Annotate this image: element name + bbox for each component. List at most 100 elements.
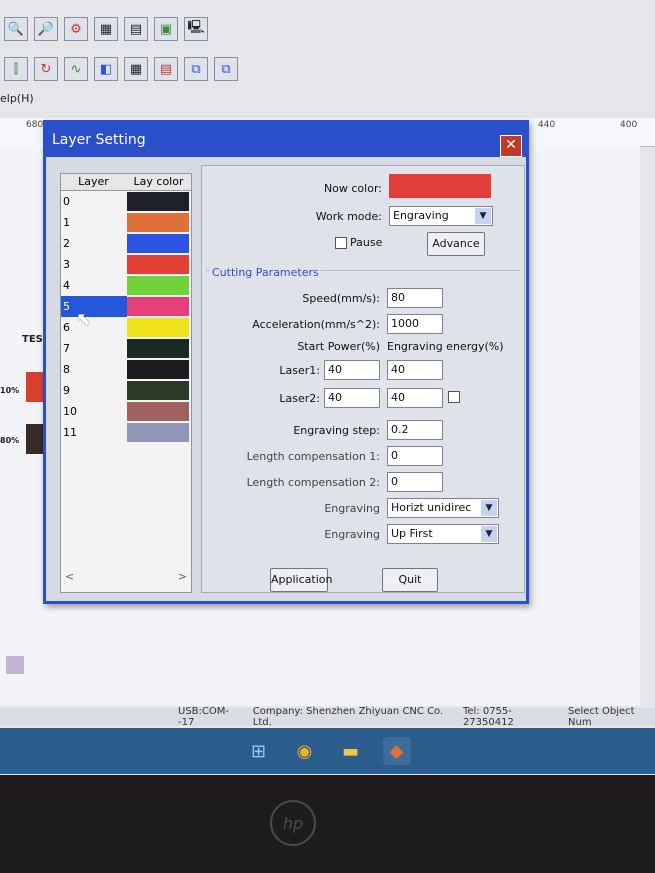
layer-number: 0 [63, 195, 70, 208]
layer-color-swatch[interactable] [127, 192, 189, 211]
mouse-cursor-icon: ⬉ [76, 309, 92, 330]
quit-button[interactable]: Quit [382, 568, 438, 592]
layer-color-swatch[interactable] [127, 213, 189, 232]
layer-color-swatch[interactable] [127, 339, 189, 358]
layer-color-swatch[interactable] [127, 381, 189, 400]
layer-color-swatch[interactable] [127, 402, 189, 421]
layer-color-swatch[interactable] [127, 318, 189, 337]
laser2-checkbox[interactable] [448, 391, 460, 403]
layer-row[interactable]: 3 [61, 254, 191, 275]
layer-row[interactable]: 1 [61, 212, 191, 233]
layer-row[interactable]: 7 [61, 338, 191, 359]
speed-input[interactable]: 80 [387, 288, 443, 308]
scroll-left-icon[interactable]: < [65, 570, 74, 584]
grid-checker-icon[interactable]: ▦ [94, 17, 118, 41]
ungroup-icon[interactable]: ⧉ [214, 57, 238, 81]
layer-color-swatch[interactable] [127, 360, 189, 379]
taskbar: ⊞ ◉ ▬ ◆ [0, 728, 655, 774]
status-select: Select Object Num [568, 706, 635, 728]
layer-properties-panel: Now color: Work mode: Engraving ▼ Pause … [201, 165, 525, 593]
acceleration-input[interactable]: 1000 [387, 314, 443, 334]
engraving-order-select[interactable]: Up First ▼ [387, 524, 499, 544]
length-comp2-input[interactable]: 0 [387, 472, 443, 492]
layer-row[interactable]: 8 [61, 359, 191, 380]
rotate-icon[interactable]: ↻ [34, 57, 58, 81]
horizontal-scrollbar[interactable]: < > [65, 570, 187, 584]
layer-color-swatch[interactable] [127, 423, 189, 442]
pause-label: Pause [350, 236, 383, 249]
pause-checkbox[interactable] [335, 237, 347, 249]
status-tel: Tel: 0755-27350412 [462, 706, 514, 728]
layer-row[interactable]: 10 [61, 401, 191, 422]
laser-app-icon[interactable]: ◆ [382, 737, 411, 765]
acceleration-label: Acceleration(mm/s^2): [252, 318, 380, 331]
layer-row[interactable]: 2 [61, 233, 191, 254]
engraving-order-value: Up First [391, 527, 433, 540]
length-comp2-label: Length compensation 2: [246, 476, 380, 489]
laser2-start-input[interactable]: 40 [324, 388, 380, 408]
menubar: elp(H) [0, 92, 34, 110]
menu-help[interactable]: elp(H) [0, 92, 34, 105]
gear-icon[interactable]: ⚙ [64, 17, 88, 41]
layer-list-header: Layer Lay color [61, 174, 191, 191]
distribute-icon[interactable]: ▤ [154, 57, 178, 81]
chevron-down-icon[interactable]: ▼ [481, 526, 497, 542]
chevron-down-icon[interactable]: ▼ [481, 500, 497, 516]
layer-column-header: Layer [78, 175, 109, 188]
layer-setting-dialog: Layer Setting ✕ Layer Lay color 0 1 2 3 4 5 6 7… [43, 120, 529, 604]
layer-number: 2 [63, 237, 70, 250]
align-icon[interactable]: ◧ [94, 57, 118, 81]
layer-color-swatch[interactable] [127, 297, 189, 316]
folder-icon[interactable]: ▬ [337, 737, 365, 765]
application-button[interactable]: Application [270, 568, 332, 592]
ruler-tick: 400 [620, 120, 638, 130]
color-swatch[interactable] [6, 656, 24, 674]
chrome-icon[interactable]: ◉ [291, 737, 319, 765]
layout-icon[interactable]: ▣ [154, 17, 178, 41]
wave-icon[interactable]: ∿ [64, 57, 88, 81]
layer-row[interactable]: 4 [61, 275, 191, 296]
start-power-header: Start Power(%) [297, 340, 380, 353]
layer-number: 3 [63, 258, 70, 271]
color-column-header: Lay color [133, 175, 184, 188]
laser1-start-input[interactable]: 40 [324, 360, 380, 380]
scroll-right-icon[interactable]: > [178, 570, 187, 584]
layer-list[interactable]: Layer Lay color 0 1 2 3 4 5 6 7 8 9 10 11 < > [60, 173, 192, 593]
layer-row[interactable]: 0 [61, 191, 191, 212]
work-mode-label: Work mode: [315, 210, 382, 223]
layer-row[interactable]: 9 [61, 380, 191, 401]
now-color-label: Now color: [323, 182, 382, 195]
layer-row[interactable]: 11 [61, 422, 191, 443]
layer-color-swatch[interactable] [127, 276, 189, 295]
engraving-step-label: Engraving step: [293, 424, 380, 437]
ruler-tick: 440 [538, 120, 556, 130]
grid-icon[interactable]: ▤ [124, 17, 148, 41]
length-comp1-input[interactable]: 0 [387, 446, 443, 466]
device-icon[interactable]: 🖳 [184, 17, 208, 41]
engraving-direction-select[interactable]: Horizt unidirec ▼ [387, 498, 499, 518]
chevron-down-icon[interactable]: ▼ [475, 208, 491, 224]
windows-start-icon[interactable]: ⊞ [245, 737, 273, 765]
zoom-out-icon[interactable]: 🔎 [34, 17, 58, 41]
array-icon[interactable]: ▦ [124, 57, 148, 81]
layer-color-swatch[interactable] [127, 234, 189, 253]
laser1-energy-input[interactable]: 40 [387, 360, 443, 380]
advance-button[interactable]: Advance [427, 232, 485, 256]
engraving-direction-label: Engraving [324, 502, 380, 515]
engraving-energy-header: Engraving energy(%) [387, 340, 504, 353]
work-mode-select[interactable]: Engraving ▼ [389, 206, 493, 226]
layer-color-swatch[interactable] [127, 255, 189, 274]
now-color-swatch[interactable] [389, 174, 491, 198]
group-icon[interactable]: ⧉ [184, 57, 208, 81]
close-button[interactable]: ✕ [500, 135, 522, 157]
statusbar: USB:COM--17 Company: Shenzhen Zhiyuan CN… [0, 706, 655, 728]
speed-label: Speed(mm/s): [302, 292, 380, 305]
engraving-step-input[interactable]: 0.2 [387, 420, 443, 440]
laser2-energy-input[interactable]: 40 [387, 388, 443, 408]
layer-number: 5 [61, 296, 127, 317]
app-screen: 🔍 🔎 ⚙ ▦ ▤ ▣ 🖳 ⫿ ↻ ∿ ◧ ▦ ▤ ⧉ ⧉ elp(H) 680… [0, 0, 655, 775]
toolbar-top: 🔍 🔎 ⚙ ▦ ▤ ▣ 🖳 [4, 14, 208, 44]
zoom-in-icon[interactable]: 🔍 [4, 17, 28, 41]
engraving-order-label: Engraving [324, 528, 380, 541]
mirror-icon[interactable]: ⫿ [4, 57, 28, 81]
